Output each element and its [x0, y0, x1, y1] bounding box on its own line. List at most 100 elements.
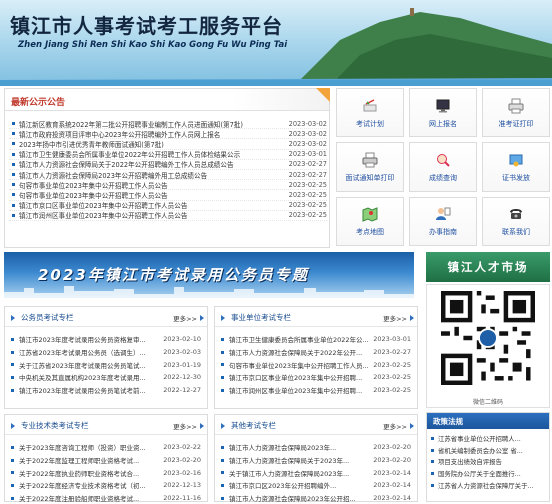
bullet-icon: [11, 483, 14, 487]
more-link[interactable]: 更多>>: [383, 421, 407, 431]
quick-link-exam-plan[interactable]: 考试计划: [336, 88, 404, 138]
list-item[interactable]: 关于2022年度经济专业技术资格考试（初... 2022-12-13: [11, 479, 201, 492]
list-item[interactable]: 镇江市润州区事业单位2023年集中公开招聘... 2023-02-25: [221, 384, 411, 397]
notice-item[interactable]: 镇江新区教育系统2022年第二批公开招聘事业编制工作人员进面通知(第7批) 202…: [9, 119, 327, 130]
other-exam-box: 其他考试专栏 更多>> 镇江市人力资源社会保障局2023年... 2023-02-…: [214, 414, 418, 504]
skyline-illustration: [4, 286, 414, 298]
box-list: 关于2023年度咨询工程师（投资）职业资... 2023-02-22 关于2022…: [11, 441, 201, 504]
bullet-icon: [431, 483, 434, 487]
qr-code-box: 微信二维码: [426, 284, 550, 408]
bullet-icon: [11, 496, 14, 500]
list-item[interactable]: 关于2022年度执业药师职业资格考试合... 2023-02-16: [11, 466, 201, 479]
list-item[interactable]: 关于镇江市人力资源社会保障局2023年... 2023-02-14: [221, 466, 411, 479]
list-item[interactable]: 句容市事业单位2023年集中公开招聘工作人员... 2023-02-25: [221, 358, 411, 371]
bullet-icon: [221, 458, 224, 462]
list-item[interactable]: 关于江苏省2023年度考试录用公务员笔试... 2023-01-19: [11, 358, 201, 371]
triangle-icon: [410, 423, 414, 429]
notice-item[interactable]: 镇江市京口区事业单位2023年集中公开招聘工作人员公告 2023-02-25: [9, 201, 327, 211]
bullet-icon: [11, 363, 14, 367]
bullet-icon: [11, 471, 14, 475]
policy-item[interactable]: 江苏省事业单位公开招聘人...: [431, 433, 545, 445]
box-list: 镇江市2023年度考试录用公务员资格复审... 2023-02-10 江苏省202…: [11, 333, 201, 396]
map-icon: [362, 207, 378, 223]
admission-print-icon: [508, 98, 524, 114]
policy-header[interactable]: 政策法规: [427, 413, 549, 429]
exam-plan-icon: [363, 98, 377, 112]
notice-title: 最新公示公告: [11, 98, 66, 108]
box-title[interactable]: 专业技术类考试专栏: [11, 420, 89, 431]
box-title[interactable]: 事业单位考试专栏: [221, 312, 291, 323]
bullet-icon: [12, 193, 15, 197]
list-item[interactable]: 镇江市人力资源社会保障局2023年公开招... 2023-02-14: [221, 492, 411, 504]
list-item[interactable]: 镇江市2023年度考试录用公务员笔试考前... 2022-12-27: [11, 384, 201, 397]
bullet-icon: [221, 388, 224, 392]
policy-item[interactable]: 省机关编制委员会办公室 省...: [431, 445, 545, 457]
list-item[interactable]: 关于2022年度监理工程师职业资格考试... 2023-02-20: [11, 454, 201, 467]
more-link[interactable]: 更多>>: [173, 421, 197, 431]
quick-link-contact[interactable]: 联系我们: [482, 196, 550, 246]
notice-list: 镇江新区教育系统2022年第二批公开招聘事业编制工作人员进面通知(第7批) 202…: [9, 119, 327, 221]
notice-item[interactable]: 2023年扬中市引进优秀青年教师面试通知(第7批) 2023-03-02: [9, 139, 327, 150]
box-title[interactable]: 其他考试专栏: [221, 420, 276, 431]
list-item[interactable]: 镇江市人力资源社会保障局关于2023年... 2023-02-20: [221, 454, 411, 467]
list-item[interactable]: 镇江市2023年度考试录用公务员资格复审... 2023-02-10: [11, 333, 201, 346]
box-title[interactable]: 公务员考试专栏: [11, 312, 74, 323]
notice-item[interactable]: 镇江市人力资源社会保障局关于2022年公开招聘编外工作人员总成绩公告 2023-0…: [9, 160, 327, 170]
civil-service-banner[interactable]: 2023年镇江市考试录用公务员专题: [4, 252, 414, 298]
more-link[interactable]: 更多>>: [173, 313, 197, 323]
bullet-icon: [12, 173, 15, 177]
bullet-icon: [12, 183, 15, 187]
list-item[interactable]: 镇江市京口区2023年公开招聘编外... 2023-02-14: [221, 479, 411, 492]
policy-item[interactable]: 国务院办公厅关于全面推行...: [431, 468, 545, 480]
list-item[interactable]: 镇江市人力资源社会保障局关于2022年公开... 2023-02-27: [221, 346, 411, 359]
bullet-icon: [221, 445, 224, 449]
list-item[interactable]: 镇江市人力资源社会保障局2023年... 2023-02-20: [221, 441, 411, 454]
notice-item[interactable]: 镇江市润州区事业单位2023年集中公开招聘工作人员公告 2023-02-25: [9, 211, 327, 221]
bullet-icon: [221, 375, 224, 379]
box-header: 公务员考试专栏 更多>>: [5, 307, 207, 327]
banner-title: 2023年镇江市考试录用公务员专题: [38, 266, 309, 284]
notice-item[interactable]: 句容市事业单位2023年集中公开招聘工作人员公告 2023-02-25: [9, 180, 327, 191]
list-item[interactable]: 关于2022年度注册验船师职业资格考试... 2022-11-16: [11, 492, 201, 504]
bullet-icon: [11, 388, 14, 392]
notice-item[interactable]: 镇江市卫生健康委员会所属事业单位2022年公开招聘工作人员体检结果公示 2023-…: [9, 150, 327, 160]
qr-code-icon: [441, 291, 535, 385]
box-header: 专业技术类考试专栏 更多>>: [5, 415, 207, 435]
quick-link-score-query[interactable]: 成绩查询: [409, 142, 477, 192]
list-item[interactable]: 镇江市京口区事业单位2023年集中公开招聘... 2023-02-25: [221, 371, 411, 384]
policy-item[interactable]: 项目支出绩效自评报告: [431, 456, 545, 468]
quick-links-grid: 考试计划 网上报名 准考证打印 面试通知单打印 成绩查询 证书发放 考点地图 办…: [336, 88, 550, 246]
list-item[interactable]: 镇江市卫生健康委员会所属事业单位2022年公... 2023-03-01: [221, 333, 411, 346]
quick-link-certificate[interactable]: 证书发放: [482, 142, 550, 192]
bullet-icon: [11, 375, 14, 379]
more-link[interactable]: 更多>>: [383, 313, 407, 323]
talent-market-banner[interactable]: 镇江人才市场: [426, 252, 550, 282]
notice-item[interactable]: 镇江市政府投资项目评审中心2023年公开招聘编外工作人员网上报名 2023-03-…: [9, 129, 327, 140]
policy-item[interactable]: 江苏省人力资源社会保障厅关于...: [431, 479, 545, 491]
qr-caption: 微信二维码: [472, 399, 503, 406]
bullet-icon: [221, 337, 224, 341]
bullet-icon: [221, 363, 224, 367]
list-item[interactable]: 江苏省2023年考试录用公务员（选调生）... 2023-02-03: [11, 346, 201, 359]
bullet-icon: [12, 203, 15, 207]
list-item[interactable]: 中央机关及其直属机构2023年度考试录用... 2022-12-30: [11, 371, 201, 384]
quick-link-online-signup[interactable]: 网上报名: [409, 88, 477, 138]
quick-link-interview-print[interactable]: 面试通知单打印: [336, 142, 404, 192]
bullet-icon: [11, 445, 14, 449]
interview-print-icon: [362, 152, 378, 168]
quick-link-guide[interactable]: 办事指南: [409, 196, 477, 246]
header-banner: 镇江市人事考试考工服务平台 Zhen Jiang Shi Ren Shi Kao…: [0, 0, 552, 86]
bullet-icon: [12, 213, 15, 217]
notice-item[interactable]: 句容市事业单位2023年集中公开招聘工作人员公告 2023-02-25: [9, 190, 327, 201]
quick-link-map[interactable]: 考点地图: [336, 196, 404, 246]
bullet-icon: [221, 496, 224, 500]
policy-box: 政策法规 江苏省事业单位公开招聘人... 省机关编制委员会办公室 省... 项目…: [426, 412, 550, 502]
box-list: 镇江市人力资源社会保障局2023年... 2023-02-20 镇江市人力资源社会…: [221, 441, 411, 504]
list-item[interactable]: 关于2023年度咨询工程师（投资）职业资... 2023-02-22: [11, 441, 201, 454]
bullet-icon: [12, 122, 15, 126]
quick-link-admission-print[interactable]: 准考证打印: [482, 88, 550, 138]
box-header: 其他考试专栏 更多>>: [215, 415, 417, 435]
bullet-icon: [12, 162, 15, 166]
notice-item[interactable]: 镇江市人力资源社会保障局2023年公开招聘编外用工总成绩公告 2023-02-27: [9, 170, 327, 181]
professional-exam-box: 专业技术类考试专栏 更多>> 关于2023年度咨询工程师（投资）职业资... 20…: [4, 414, 208, 504]
